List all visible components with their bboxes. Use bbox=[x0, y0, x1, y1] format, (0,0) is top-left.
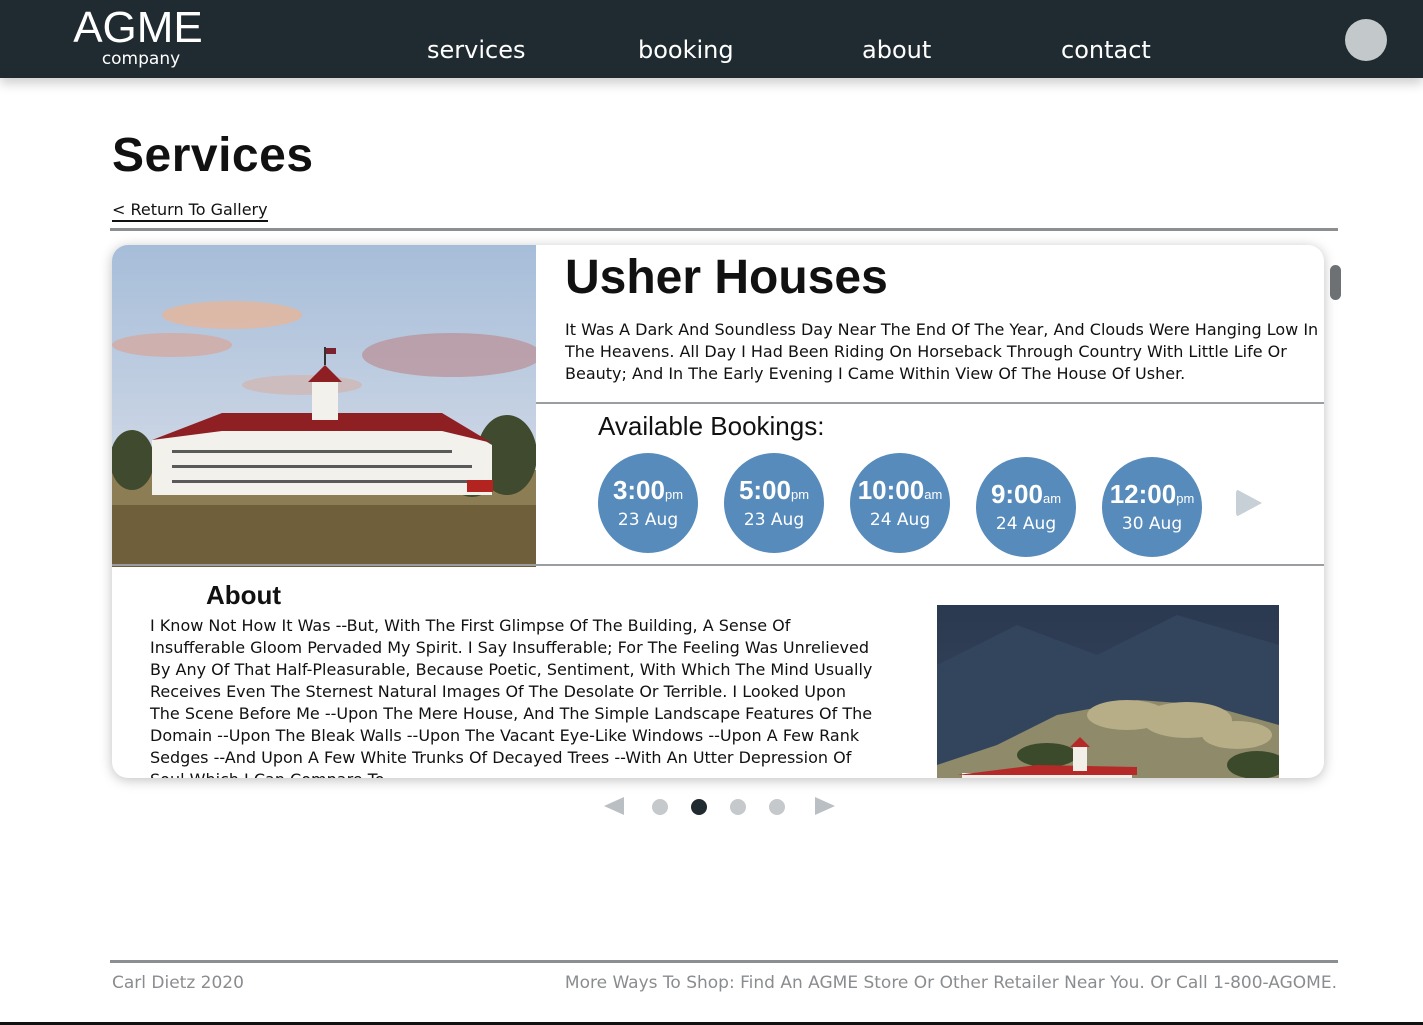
nav-about[interactable]: about bbox=[862, 36, 931, 64]
slot-date: 23 Aug bbox=[617, 510, 679, 530]
card-scrollbar-thumb[interactable] bbox=[1330, 265, 1341, 300]
about-image bbox=[937, 605, 1279, 778]
top-navigation-bar: AGME company services booking about cont… bbox=[0, 0, 1423, 78]
listing-card: Usher Houses It Was A Dark And Soundless… bbox=[112, 245, 1324, 778]
booking-slot[interactable]: 12:00pm 30 Aug bbox=[1102, 457, 1202, 557]
bookings-divider bbox=[112, 564, 1324, 566]
description-divider bbox=[536, 402, 1324, 404]
booking-slot[interactable]: 5:00pm 23 Aug bbox=[724, 453, 824, 553]
pager-dot-active[interactable] bbox=[691, 799, 707, 815]
slot-date: 23 Aug bbox=[743, 510, 805, 530]
footer-shop-info: More Ways To Shop: Find An AGME Store Or… bbox=[564, 973, 1337, 993]
logo-main-text: AGME bbox=[73, 3, 203, 52]
pager-dot[interactable] bbox=[652, 799, 668, 815]
footer-divider bbox=[110, 960, 1338, 963]
about-text: I Know Not How It Was --But, With The Fi… bbox=[150, 616, 873, 778]
next-slots-arrow-icon[interactable] bbox=[1236, 489, 1262, 517]
nav-services[interactable]: services bbox=[427, 36, 525, 64]
slot-time: 3:00pm bbox=[612, 475, 684, 505]
listing-hero-image bbox=[112, 245, 536, 567]
slot-time: 10:00am bbox=[857, 475, 943, 505]
slot-time: 5:00pm bbox=[738, 475, 810, 505]
logo-sub-text: company bbox=[101, 49, 181, 69]
slot-date: 24 Aug bbox=[869, 510, 931, 530]
previous-page-arrow-icon[interactable] bbox=[604, 797, 624, 815]
user-avatar[interactable] bbox=[1345, 19, 1387, 61]
title-divider bbox=[110, 228, 1338, 231]
company-logo[interactable]: AGME company bbox=[72, 3, 204, 69]
slot-date: 30 Aug bbox=[1121, 514, 1183, 534]
next-page-arrow-icon[interactable] bbox=[815, 797, 835, 815]
booking-slot[interactable]: 9:00am 24 Aug bbox=[976, 457, 1076, 557]
listing-title: Usher Houses bbox=[565, 251, 888, 304]
footer-credit: Carl Dietz 2020 bbox=[112, 973, 244, 993]
nav-contact[interactable]: contact bbox=[1061, 36, 1151, 64]
nav-booking[interactable]: booking bbox=[638, 36, 734, 64]
available-bookings-label: Available Bookings: bbox=[598, 411, 825, 441]
about-heading: About bbox=[206, 580, 282, 610]
booking-slot[interactable]: 10:00am 24 Aug bbox=[850, 453, 950, 553]
return-to-gallery-link[interactable]: < Return To Gallery bbox=[112, 200, 268, 222]
pager-dot[interactable] bbox=[769, 799, 785, 815]
booking-slot[interactable]: 3:00pm 23 Aug bbox=[598, 453, 698, 553]
slot-time: 12:00pm bbox=[1109, 479, 1195, 509]
slot-date: 24 Aug bbox=[995, 514, 1057, 534]
pager-dot[interactable] bbox=[730, 799, 746, 815]
listing-description: It Was A Dark And Soundless Day Near The… bbox=[565, 320, 1319, 383]
slot-time: 9:00am bbox=[990, 479, 1062, 509]
page-title: Services bbox=[112, 129, 314, 182]
